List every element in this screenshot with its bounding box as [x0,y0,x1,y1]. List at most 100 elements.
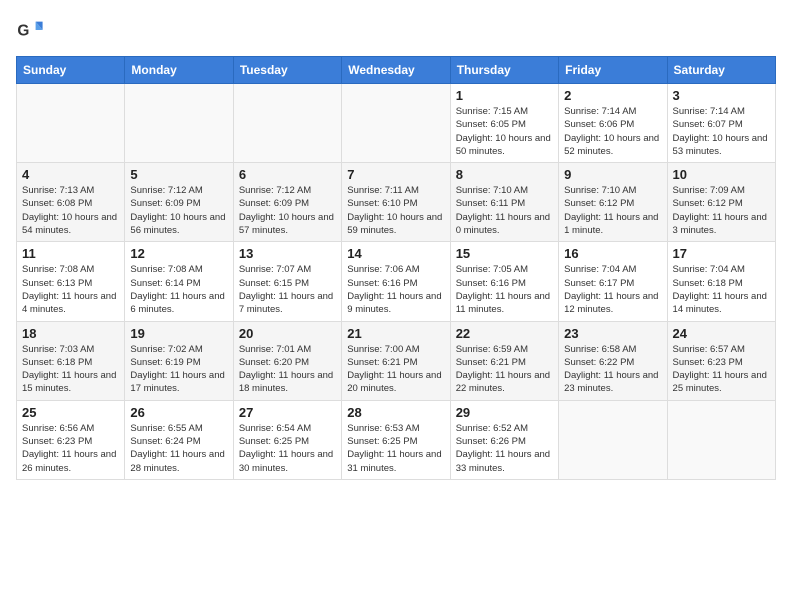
calendar-day-cell: 17 Sunrise: 7:04 AM Sunset: 6:18 PM Dayli… [667,242,775,321]
calendar-day-cell: 25 Sunrise: 6:56 AM Sunset: 6:23 PM Dayli… [17,400,125,479]
day-info: Sunrise: 6:56 AM Sunset: 6:23 PM Dayligh… [22,422,119,475]
day-of-week-header: Sunday [17,57,125,84]
calendar-day-cell: 11 Sunrise: 7:08 AM Sunset: 6:13 PM Dayli… [17,242,125,321]
day-info: Sunrise: 6:54 AM Sunset: 6:25 PM Dayligh… [239,422,336,475]
day-info: Sunrise: 6:52 AM Sunset: 6:26 PM Dayligh… [456,422,553,475]
day-info: Sunrise: 7:15 AM Sunset: 6:05 PM Dayligh… [456,105,553,158]
logo: G [16,16,48,44]
day-info: Sunrise: 6:58 AM Sunset: 6:22 PM Dayligh… [564,343,661,396]
day-number: 13 [239,246,336,261]
calendar-day-cell: 8Sunrise: 7:10 AM Sunset: 6:11 PM Daylig… [450,163,558,242]
page-header: G [16,16,776,44]
calendar-day-cell: 15 Sunrise: 7:05 AM Sunset: 6:16 PM Dayli… [450,242,558,321]
calendar-day-cell: 26 Sunrise: 6:55 AM Sunset: 6:24 PM Dayli… [125,400,233,479]
day-number: 17 [673,246,770,261]
day-info: Sunrise: 7:10 AM Sunset: 6:11 PM Dayligh… [456,184,553,237]
day-number: 19 [130,326,227,341]
calendar-day-cell: 6Sunrise: 7:12 AM Sunset: 6:09 PM Daylig… [233,163,341,242]
day-number: 25 [22,405,119,420]
day-number: 27 [239,405,336,420]
day-info: Sunrise: 7:06 AM Sunset: 6:16 PM Dayligh… [347,263,444,316]
day-number: 12 [130,246,227,261]
day-info: Sunrise: 7:14 AM Sunset: 6:06 PM Dayligh… [564,105,661,158]
day-number: 2 [564,88,661,103]
calendar-day-cell: 9Sunrise: 7:10 AM Sunset: 6:12 PM Daylig… [559,163,667,242]
day-info: Sunrise: 6:55 AM Sunset: 6:24 PM Dayligh… [130,422,227,475]
calendar-day-cell: 21 Sunrise: 7:00 AM Sunset: 6:21 PM Dayli… [342,321,450,400]
calendar-body: 1 Sunrise: 7:15 AM Sunset: 6:05 PM Daylig… [17,84,776,480]
calendar-day-cell: 29 Sunrise: 6:52 AM Sunset: 6:26 PM Dayli… [450,400,558,479]
day-of-week-header: Wednesday [342,57,450,84]
day-info: Sunrise: 7:08 AM Sunset: 6:14 PM Dayligh… [130,263,227,316]
calendar-day-cell: 12 Sunrise: 7:08 AM Sunset: 6:14 PM Dayli… [125,242,233,321]
day-info: Sunrise: 7:07 AM Sunset: 6:15 PM Dayligh… [239,263,336,316]
day-info: Sunrise: 6:59 AM Sunset: 6:21 PM Dayligh… [456,343,553,396]
calendar-day-cell: 1 Sunrise: 7:15 AM Sunset: 6:05 PM Daylig… [450,84,558,163]
day-number: 5 [130,167,227,182]
day-number: 21 [347,326,444,341]
calendar-day-cell: 4 Sunrise: 7:13 AM Sunset: 6:08 PM Daylig… [17,163,125,242]
calendar-day-cell: 5 Sunrise: 7:12 AM Sunset: 6:09 PM Daylig… [125,163,233,242]
calendar-day-cell: 22 Sunrise: 6:59 AM Sunset: 6:21 PM Dayli… [450,321,558,400]
day-info: Sunrise: 7:14 AM Sunset: 6:07 PM Dayligh… [673,105,770,158]
day-info: Sunrise: 7:11 AM Sunset: 6:10 PM Dayligh… [347,184,444,237]
calendar-week-row: 1 Sunrise: 7:15 AM Sunset: 6:05 PM Daylig… [17,84,776,163]
calendar-table: SundayMondayTuesdayWednesdayThursdayFrid… [16,56,776,480]
calendar-day-cell [233,84,341,163]
calendar-week-row: 11 Sunrise: 7:08 AM Sunset: 6:13 PM Dayli… [17,242,776,321]
day-info: Sunrise: 7:01 AM Sunset: 6:20 PM Dayligh… [239,343,336,396]
calendar-day-cell: 10Sunrise: 7:09 AM Sunset: 6:12 PM Dayli… [667,163,775,242]
calendar-day-cell: 18 Sunrise: 7:03 AM Sunset: 6:18 PM Dayli… [17,321,125,400]
day-number: 23 [564,326,661,341]
calendar-day-cell: 28Sunrise: 6:53 AM Sunset: 6:25 PM Dayli… [342,400,450,479]
day-number: 22 [456,326,553,341]
day-number: 26 [130,405,227,420]
day-info: Sunrise: 7:12 AM Sunset: 6:09 PM Dayligh… [130,184,227,237]
day-number: 16 [564,246,661,261]
day-info: Sunrise: 7:08 AM Sunset: 6:13 PM Dayligh… [22,263,119,316]
day-info: Sunrise: 7:13 AM Sunset: 6:08 PM Dayligh… [22,184,119,237]
day-number: 10 [673,167,770,182]
day-number: 1 [456,88,553,103]
calendar-week-row: 25 Sunrise: 6:56 AM Sunset: 6:23 PM Dayli… [17,400,776,479]
calendar-day-cell: 23 Sunrise: 6:58 AM Sunset: 6:22 PM Dayli… [559,321,667,400]
calendar-day-cell: 7Sunrise: 7:11 AM Sunset: 6:10 PM Daylig… [342,163,450,242]
calendar-day-cell [559,400,667,479]
day-number: 4 [22,167,119,182]
day-info: Sunrise: 7:03 AM Sunset: 6:18 PM Dayligh… [22,343,119,396]
calendar-day-cell [667,400,775,479]
calendar-day-cell [17,84,125,163]
day-number: 20 [239,326,336,341]
logo-icon: G [16,16,44,44]
day-number: 3 [673,88,770,103]
day-number: 15 [456,246,553,261]
calendar-day-cell: 19 Sunrise: 7:02 AM Sunset: 6:19 PM Dayli… [125,321,233,400]
calendar-day-cell: 13 Sunrise: 7:07 AM Sunset: 6:15 PM Dayli… [233,242,341,321]
day-of-week-header: Monday [125,57,233,84]
day-info: Sunrise: 7:04 AM Sunset: 6:18 PM Dayligh… [673,263,770,316]
calendar-week-row: 4 Sunrise: 7:13 AM Sunset: 6:08 PM Daylig… [17,163,776,242]
day-info: Sunrise: 7:12 AM Sunset: 6:09 PM Dayligh… [239,184,336,237]
day-info: Sunrise: 6:53 AM Sunset: 6:25 PM Dayligh… [347,422,444,475]
calendar-day-cell: 24 Sunrise: 6:57 AM Sunset: 6:23 PM Dayli… [667,321,775,400]
day-info: Sunrise: 7:05 AM Sunset: 6:16 PM Dayligh… [456,263,553,316]
calendar-day-cell [342,84,450,163]
day-number: 24 [673,326,770,341]
calendar-day-cell: 27 Sunrise: 6:54 AM Sunset: 6:25 PM Dayli… [233,400,341,479]
day-info: Sunrise: 7:10 AM Sunset: 6:12 PM Dayligh… [564,184,661,237]
calendar-day-cell: 16 Sunrise: 7:04 AM Sunset: 6:17 PM Dayli… [559,242,667,321]
day-of-week-header: Friday [559,57,667,84]
day-number: 29 [456,405,553,420]
calendar-day-cell [125,84,233,163]
day-info: Sunrise: 7:00 AM Sunset: 6:21 PM Dayligh… [347,343,444,396]
day-of-week-header: Tuesday [233,57,341,84]
day-of-week-header: Thursday [450,57,558,84]
day-info: Sunrise: 7:04 AM Sunset: 6:17 PM Dayligh… [564,263,661,316]
day-info: Sunrise: 7:02 AM Sunset: 6:19 PM Dayligh… [130,343,227,396]
calendar-header: SundayMondayTuesdayWednesdayThursdayFrid… [17,57,776,84]
svg-text:G: G [17,23,29,40]
calendar-week-row: 18 Sunrise: 7:03 AM Sunset: 6:18 PM Dayli… [17,321,776,400]
day-number: 11 [22,246,119,261]
day-info: Sunrise: 6:57 AM Sunset: 6:23 PM Dayligh… [673,343,770,396]
day-number: 18 [22,326,119,341]
